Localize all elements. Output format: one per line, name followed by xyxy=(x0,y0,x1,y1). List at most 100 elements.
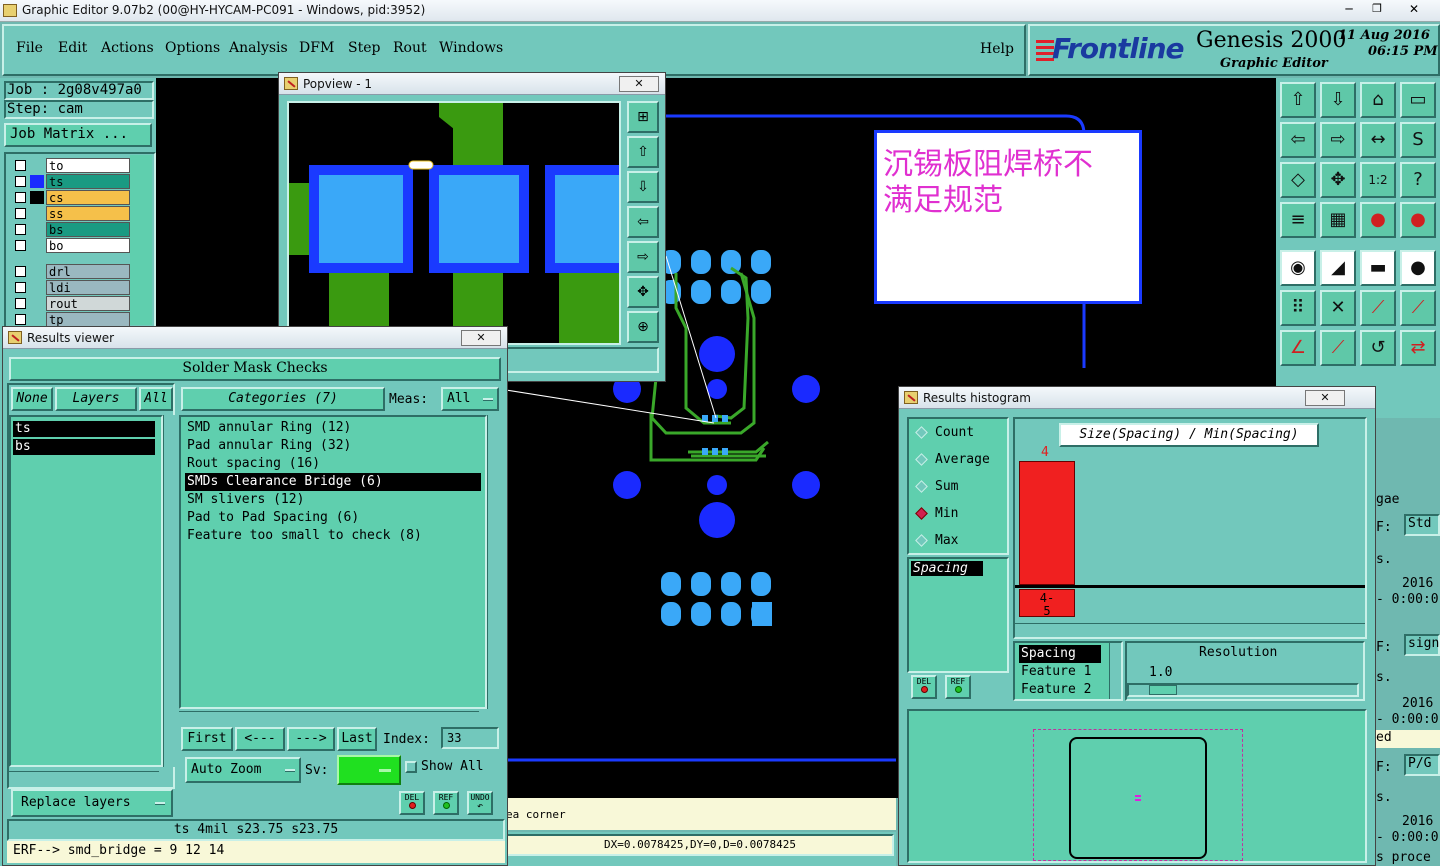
layer-row-ts[interactable]: ts xyxy=(14,174,130,189)
field-feature2[interactable]: Feature 2 xyxy=(1019,681,1117,699)
menu-step[interactable]: Step xyxy=(348,40,380,56)
measure-item-spacing[interactable]: Spacing xyxy=(911,561,983,576)
layer-checkbox[interactable] xyxy=(15,192,26,203)
category-item[interactable]: Rout spacing (16) xyxy=(185,455,481,473)
menu-help[interactable]: Help xyxy=(980,41,1014,57)
hist-del-button[interactable]: DEL xyxy=(911,675,937,699)
partial-field[interactable]: Std xyxy=(1404,514,1440,536)
popview-close-button[interactable]: ✕ xyxy=(619,76,659,92)
mode-radio-average[interactable]: Average xyxy=(913,450,990,470)
mode-radio-count[interactable]: Count xyxy=(913,423,974,443)
histogram-bar[interactable] xyxy=(1019,461,1075,585)
layers-button[interactable]: Layers xyxy=(55,387,137,411)
layer-list-vscroll[interactable] xyxy=(163,415,175,767)
scale-1-2-icon[interactable]: 1:2 xyxy=(1360,162,1396,198)
layer-checkbox[interactable] xyxy=(15,176,26,187)
layer-row-ss[interactable]: ss xyxy=(14,206,130,221)
field-list-scroll[interactable] xyxy=(1109,643,1121,699)
menu-analysis[interactable]: Analysis xyxy=(229,40,288,56)
meas-select[interactable]: All xyxy=(441,387,499,411)
category-item[interactable]: SMDs Clearance Bridge (6) xyxy=(185,473,481,491)
menu-actions[interactable]: Actions xyxy=(101,40,154,56)
layer-checkbox[interactable] xyxy=(15,314,26,325)
layer-row-tp[interactable]: tp xyxy=(14,312,130,327)
menu-dfm[interactable]: DFM xyxy=(299,40,334,56)
undo-button[interactable]: UNDO ↶ xyxy=(467,791,493,815)
draw-line-icon[interactable]: ◢ xyxy=(1320,250,1356,286)
category-item[interactable]: SMD annular Ring (12) xyxy=(185,419,481,437)
window-frame-icon[interactable]: ▭ xyxy=(1400,82,1436,118)
mode-radio-min[interactable]: Min xyxy=(913,504,958,524)
home-icon[interactable]: ⌂ xyxy=(1360,82,1396,118)
category-item[interactable]: Feature too small to check (8) xyxy=(185,527,481,545)
layer-row-cs[interactable]: cs xyxy=(14,190,130,205)
cross-node-icon[interactable]: ✕ xyxy=(1320,290,1356,326)
layer-edit-icon[interactable]: ≡ xyxy=(1280,202,1316,238)
chart-hscroll[interactable] xyxy=(1015,623,1365,635)
job-matrix-button[interactable]: Job Matrix ... xyxy=(4,123,152,147)
popview-pan-down-icon[interactable]: ⇩ xyxy=(627,171,659,203)
rotate-icon[interactable]: ↺ xyxy=(1360,330,1396,366)
layer-row-bo[interactable]: bo xyxy=(14,238,130,253)
pin-line-icon[interactable]: ⟋ xyxy=(1360,290,1396,326)
popview-canvas[interactable] xyxy=(287,101,621,345)
category-item[interactable]: Pad to Pad Spacing (6) xyxy=(185,509,481,527)
last-button[interactable]: Last xyxy=(337,727,377,751)
layer-checkbox[interactable] xyxy=(15,282,26,293)
layer-list-scrollbar[interactable] xyxy=(130,155,152,325)
replace-layers-button[interactable]: Replace layers xyxy=(11,789,173,817)
prev-button[interactable]: <--- xyxy=(235,727,285,751)
maximize-button[interactable]: ❐ xyxy=(1364,2,1390,18)
mirror-red-icon[interactable]: ⇄ xyxy=(1400,330,1436,366)
sv-color-select[interactable] xyxy=(337,755,401,785)
show-all-checkbox[interactable] xyxy=(405,761,417,773)
ref-button[interactable]: REF xyxy=(433,791,459,815)
menu-options[interactable]: Options xyxy=(165,40,220,56)
first-button[interactable]: First xyxy=(181,727,233,751)
popview-pan-right-icon[interactable]: ⇨ xyxy=(627,241,659,273)
partial-field[interactable]: P/G xyxy=(1404,754,1440,776)
category-list-vscroll[interactable] xyxy=(487,415,501,709)
histogram-close-button[interactable]: ✕ xyxy=(1305,390,1345,406)
layer-row-ldi[interactable]: ldi xyxy=(14,280,130,295)
partial-field[interactable]: sign xyxy=(1404,634,1440,656)
del-button[interactable]: DEL xyxy=(399,791,425,815)
snap-red2-icon[interactable]: ● xyxy=(1400,202,1436,238)
layer-checkbox[interactable] xyxy=(15,208,26,219)
results-viewer-close-button[interactable]: ✕ xyxy=(461,330,501,346)
export-left-icon[interactable]: ⇦ xyxy=(1280,122,1316,158)
help-question-icon[interactable]: ? xyxy=(1400,162,1436,198)
popview-fit-icon[interactable]: ✥ xyxy=(627,276,659,308)
none-button[interactable]: None xyxy=(11,387,53,411)
layer-checkbox[interactable] xyxy=(15,240,26,251)
layer-row-to[interactable]: to xyxy=(14,158,130,173)
popview-center-icon[interactable]: ⊕ xyxy=(627,311,659,343)
result-layer-item[interactable]: ts xyxy=(13,421,155,437)
line-red-icon[interactable]: ⟋ xyxy=(1320,330,1356,366)
category-item[interactable]: SM slivers (12) xyxy=(185,491,481,509)
result-layer-item[interactable]: bs xyxy=(13,439,155,455)
close-window-button[interactable]: ✕ xyxy=(1392,2,1436,18)
field-feature1[interactable]: Feature 1 xyxy=(1019,663,1117,681)
category-list-hscroll[interactable] xyxy=(179,711,479,723)
snap-red-icon[interactable]: ● xyxy=(1360,202,1396,238)
layer-list-hscroll[interactable] xyxy=(9,771,159,783)
menu-windows[interactable]: Windows xyxy=(439,40,503,56)
layer-row-rout[interactable]: rout xyxy=(14,296,130,311)
layer-checkbox[interactable] xyxy=(15,160,26,171)
grid-icon[interactable]: ▦ xyxy=(1320,202,1356,238)
swap-s-icon[interactable]: S xyxy=(1400,122,1436,158)
popview-pan-up-icon[interactable]: ⇧ xyxy=(627,136,659,168)
category-item[interactable]: Pad annular Ring (32) xyxy=(185,437,481,455)
layer-row-drl[interactable]: drl xyxy=(14,264,130,279)
export-up-icon[interactable]: ⇧ xyxy=(1280,82,1316,118)
export-down-icon[interactable]: ⇩ xyxy=(1320,82,1356,118)
select-point-icon[interactable]: ◉ xyxy=(1280,250,1316,286)
ruler-icon[interactable]: ▬ xyxy=(1360,250,1396,286)
slider-thumb[interactable] xyxy=(1149,685,1177,695)
angle-red-icon[interactable]: ∠ xyxy=(1280,330,1316,366)
all-button[interactable]: All xyxy=(139,387,173,411)
net-nodes-icon[interactable]: ⠿ xyxy=(1280,290,1316,326)
layer-row-bs[interactable]: bs xyxy=(14,222,130,237)
menu-edit[interactable]: Edit xyxy=(58,40,87,56)
